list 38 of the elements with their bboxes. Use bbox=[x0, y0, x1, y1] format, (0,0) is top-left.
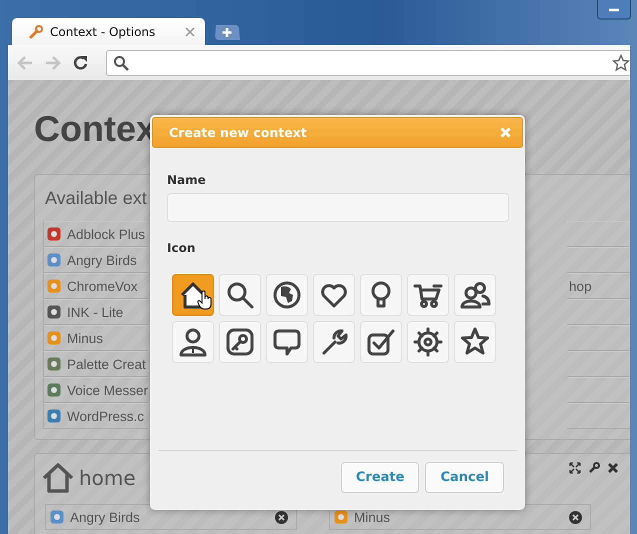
icon-option[interactable] bbox=[172, 274, 214, 316]
page-title: Contex bbox=[34, 107, 156, 151]
hand-cursor-icon bbox=[197, 290, 213, 310]
house-icon bbox=[41, 461, 75, 495]
close-icon[interactable] bbox=[607, 462, 619, 474]
wrench-icon[interactable] bbox=[588, 462, 600, 474]
expand-icon[interactable] bbox=[569, 462, 581, 474]
new-tab-button[interactable] bbox=[213, 25, 240, 40]
browser-tab[interactable]: Context - Options bbox=[12, 18, 205, 45]
key-icon bbox=[224, 326, 256, 358]
extension-item[interactable]: Palette Creat bbox=[43, 351, 148, 377]
extension-item[interactable]: WordPress.c bbox=[43, 403, 148, 429]
remove-icon[interactable] bbox=[275, 510, 288, 524]
field-label: Icon bbox=[167, 241, 196, 257]
field-label: Name bbox=[167, 173, 207, 189]
extension-item[interactable]: Angry Birds bbox=[43, 247, 148, 273]
extension-item[interactable]: INK - Lite bbox=[43, 299, 148, 325]
users-icon bbox=[459, 279, 491, 311]
dialog-title: Create new context bbox=[169, 125, 308, 140]
extension-item[interactable]: Adblock Plus bbox=[43, 221, 148, 247]
search-icon bbox=[113, 54, 129, 70]
extension-item[interactable]: Voice Messer bbox=[43, 377, 148, 403]
bookmark-star-icon[interactable] bbox=[612, 54, 630, 72]
extension-item[interactable]: ChromeVox bbox=[43, 273, 148, 299]
panel-title: Available ext bbox=[44, 187, 147, 210]
context-title: home bbox=[79, 466, 136, 490]
name-field[interactable] bbox=[167, 193, 509, 222]
wrench-icon bbox=[28, 24, 44, 40]
extension-item[interactable]: Minus bbox=[43, 325, 148, 351]
dialog-button[interactable]: Create bbox=[340, 462, 420, 493]
dialog-button[interactable]: Cancel bbox=[425, 462, 504, 493]
globe-icon bbox=[271, 279, 303, 311]
reload-button[interactable] bbox=[72, 54, 90, 72]
remove-icon[interactable] bbox=[569, 510, 582, 524]
user-icon bbox=[177, 326, 209, 358]
gear-icon bbox=[412, 326, 444, 358]
extension-item[interactable]: hop bbox=[567, 273, 630, 299]
minimize-button[interactable] bbox=[597, 0, 631, 20]
